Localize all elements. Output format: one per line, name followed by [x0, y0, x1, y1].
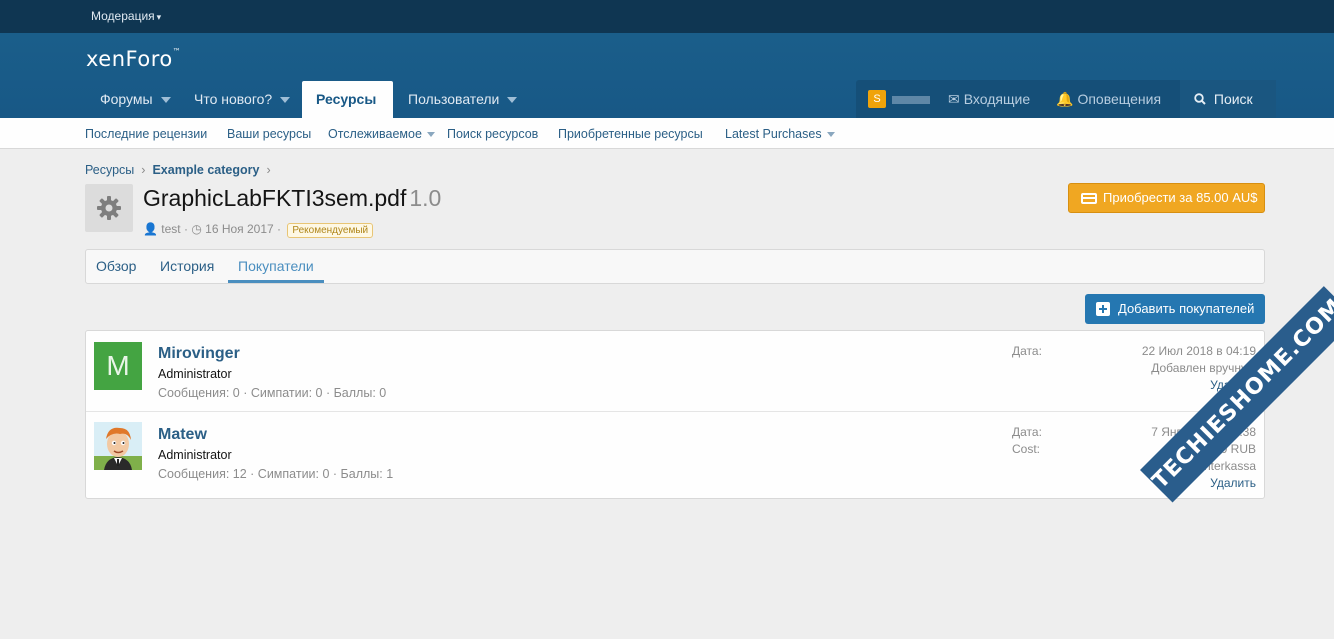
caret-down-icon: ▾ [156, 12, 162, 22]
nav-tab-label: Пользователи [408, 91, 500, 107]
user-avatar[interactable]: S [868, 90, 886, 108]
subnav-purchased-resources[interactable]: Приобретенные ресурсы [558, 127, 703, 141]
nav-tab-forums[interactable]: Форумы [86, 81, 185, 118]
moderation-label: Модерация [91, 9, 155, 23]
buyer-role: Administrator [158, 367, 232, 381]
avatar[interactable]: M [94, 342, 142, 390]
nav-tab-label: Форумы [100, 91, 153, 107]
chevron-down-icon[interactable] [160, 97, 171, 104]
nav-tab-whats-new[interactable]: Что нового? [180, 81, 304, 118]
search-button[interactable]: Поиск [1180, 80, 1276, 118]
breadcrumb: Ресурсы › Example category › [85, 163, 278, 177]
resource-meta: 👤 test · ◷ 16 Ноя 2017 · Рекомендуемый [143, 222, 374, 238]
chevron-right-icon: › [266, 163, 271, 177]
buyer-stats: Сообщения: 0 · Симпатии: 0 · Баллы: 0 [158, 386, 387, 400]
resource-icon [85, 184, 133, 232]
buyer-role: Administrator [158, 448, 232, 462]
add-buyers-button[interactable]: Добавить покупателей [1085, 294, 1265, 324]
subnav-search-resources[interactable]: Поиск ресурсов [447, 127, 538, 141]
list-item: Matew Administrator Сообщения: 12 · Симп… [86, 412, 1264, 498]
chevron-down-icon[interactable] [507, 97, 518, 104]
moderation-bar: Модерация ▾ [0, 0, 1334, 33]
buyers-list: M Mirovinger Administrator Сообщения: 0 … [85, 330, 1265, 499]
user-icon: 👤 [143, 222, 158, 236]
user-nav: S ✉ Входящие 🔔 Оповещения Поиск [856, 80, 1276, 118]
subnav-your-resources[interactable]: Ваши ресурсы [227, 127, 311, 141]
buy-button[interactable]: Приобрести за 85.00 AU$ [1068, 183, 1265, 213]
search-icon [1194, 91, 1214, 107]
envelope-icon: ✉ [948, 91, 960, 107]
buyer-stats: Сообщения: 12 · Симпатии: 0 · Баллы: 1 [158, 467, 394, 481]
nav-tab-members[interactable]: Пользователи [394, 81, 531, 118]
list-item: M Mirovinger Administrator Сообщения: 0 … [86, 331, 1264, 412]
username-obscured[interactable] [892, 96, 930, 104]
delete-link[interactable]: Удалить [1210, 476, 1256, 490]
subnav-latest-purchases[interactable]: Latest Purchases [725, 127, 835, 141]
breadcrumb-resources[interactable]: Ресурсы [85, 163, 134, 177]
site-logo[interactable]: xenForo™ [86, 47, 181, 71]
site-header: xenForo™ Форумы Что нового? Ресурсы Поль… [0, 33, 1334, 118]
plus-square-icon [1096, 302, 1110, 316]
buyer-name[interactable]: Mirovinger [158, 345, 240, 363]
credit-card-icon [1081, 193, 1097, 204]
subnav-latest-reviews[interactable]: Последние рецензии [85, 127, 207, 141]
bell-icon: 🔔 [1056, 91, 1074, 107]
cost-label: Cost: [1012, 442, 1041, 456]
resource-date: 16 Ноя 2017 [205, 222, 274, 236]
date-label: Дата: [1012, 425, 1042, 439]
featured-badge: Рекомендуемый [287, 223, 374, 238]
chevron-down-icon[interactable] [826, 132, 835, 138]
resource-version: 1.0 [409, 185, 442, 211]
tab-buyers[interactable]: Покупатели [228, 250, 324, 283]
sub-nav: Последние рецензии Ваши ресурсы Отслежив… [0, 118, 1334, 149]
gear-icon [97, 196, 121, 220]
subnav-watched[interactable]: Отслеживаемое [328, 127, 435, 141]
avatar[interactable] [94, 422, 142, 470]
tab-history[interactable]: История [150, 250, 224, 283]
inbox-link[interactable]: ✉ Входящие [948, 80, 1030, 118]
alerts-link[interactable]: 🔔 Оповещения [1056, 80, 1161, 118]
purchase-date: 22 Июл 2018 в 04:19 [1141, 344, 1256, 358]
breadcrumb-category[interactable]: Example category [152, 163, 259, 177]
resource-tabs: Обзор История Покупатели [85, 249, 1265, 284]
date-label: Дата: [1012, 344, 1042, 358]
nav-tab-label: Что нового? [194, 91, 273, 107]
chevron-right-icon: › [141, 163, 146, 177]
moderation-menu[interactable]: Модерация ▾ [91, 9, 161, 23]
tab-overview[interactable]: Обзор [86, 250, 146, 283]
page-title: GraphicLabFKTI3sem.pdf 1.0 [143, 185, 442, 211]
buyer-name[interactable]: Matew [158, 426, 207, 444]
clock-icon: ◷ [191, 222, 202, 236]
nav-tab-label: Ресурсы [316, 91, 377, 107]
resource-author[interactable]: test [161, 222, 180, 236]
nav-tab-resources[interactable]: Ресурсы [302, 81, 393, 118]
chevron-down-icon[interactable] [280, 97, 291, 104]
chevron-down-icon[interactable] [426, 132, 435, 138]
